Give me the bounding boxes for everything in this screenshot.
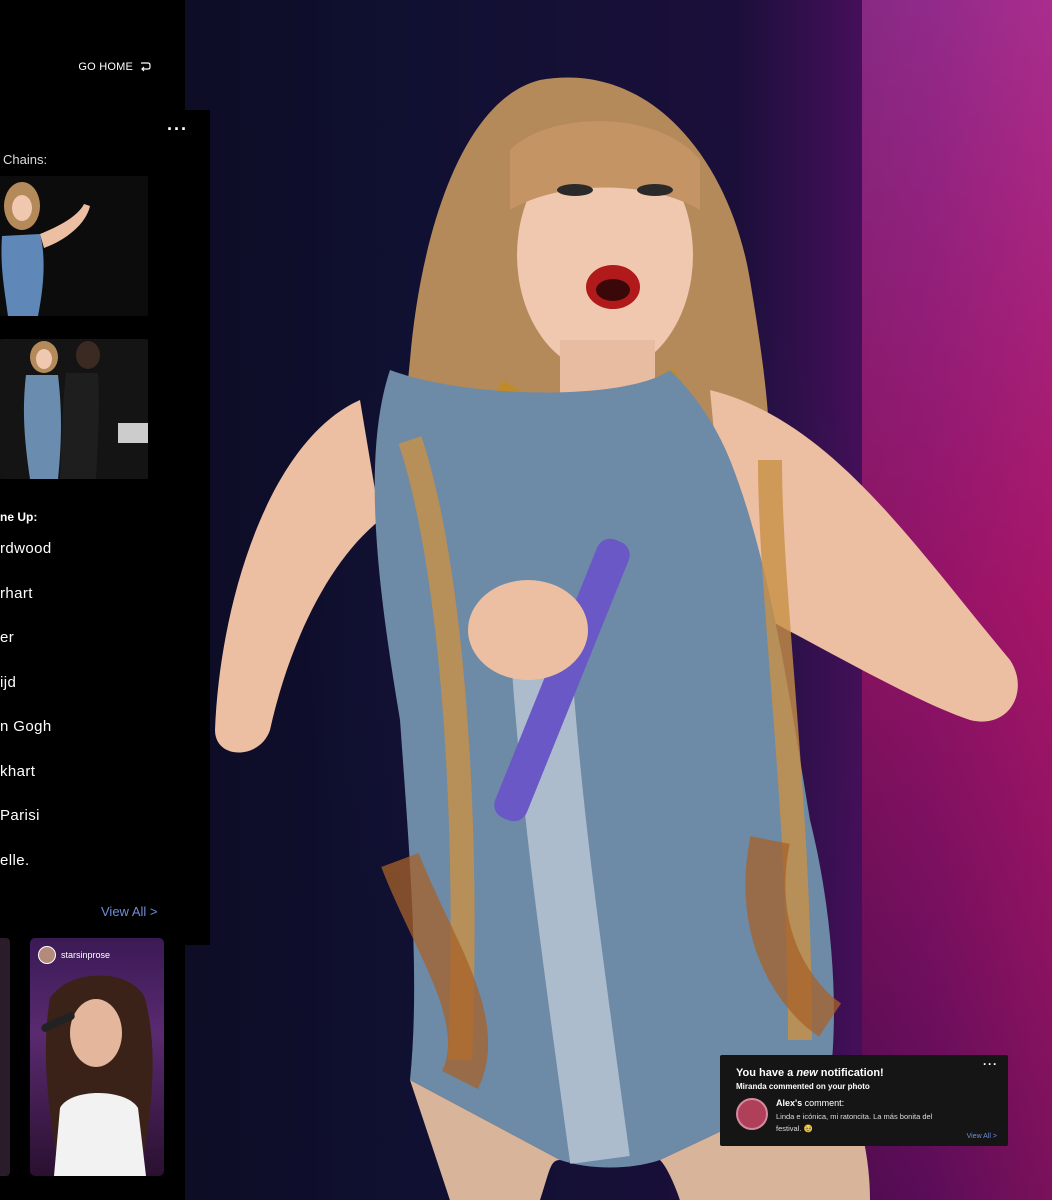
chains-photo-2[interactable] <box>0 339 148 479</box>
story-card[interactable]: starsinprose <box>30 938 164 1176</box>
notification-title: You have a new notification! <box>736 1067 884 1079</box>
notification-subtitle: Miranda commented on your photo <box>736 1082 870 1091</box>
notification-view-all-link[interactable]: View All > <box>967 1133 997 1140</box>
lineup-item[interactable]: rdwood <box>0 540 52 585</box>
view-all-link[interactable]: View All > <box>101 904 158 919</box>
notification-body: Alex's comment: Linda e icónica, mi rato… <box>736 1098 992 1135</box>
chains-photo-1[interactable] <box>0 176 148 316</box>
notification-card[interactable]: ··· You have a new notification! Miranda… <box>720 1055 1008 1146</box>
chains-label: Chains: <box>3 152 48 167</box>
comment-head: Alex's comment: <box>776 1098 845 1108</box>
go-home-label: GO HOME <box>78 61 133 73</box>
lineup-item[interactable]: rhart <box>0 585 52 630</box>
left-panel: ··· Chains: ne Up: rdwood rhart er ijd n… <box>0 110 210 945</box>
more-options-icon[interactable]: ··· <box>167 120 188 138</box>
avatar <box>736 1098 768 1130</box>
story-card-partial[interactable] <box>0 938 10 1176</box>
story-username: starsinprose <box>61 950 111 960</box>
return-arrow-icon <box>141 62 151 72</box>
lineup-item[interactable]: ijd <box>0 674 52 719</box>
lineup-label: ne Up: <box>0 510 38 524</box>
notification-more-icon[interactable]: ··· <box>983 1057 998 1071</box>
lineup-item[interactable]: khart <box>0 763 52 808</box>
avatar <box>38 946 56 964</box>
lineup-item[interactable]: Parisi <box>0 807 52 852</box>
story-user[interactable]: starsinprose <box>38 946 110 964</box>
comment-text: Linda e icónica, mi ratoncita. La más bo… <box>776 1112 933 1133</box>
performer-photo <box>215 77 1018 1200</box>
lineup-list: rdwood rhart er ijd n Gogh khart Parisi … <box>0 540 52 896</box>
lineup-item[interactable]: elle. <box>0 852 52 897</box>
story-photo <box>41 975 153 1176</box>
top-nav-box: GO HOME <box>0 0 185 110</box>
lineup-item[interactable]: n Gogh <box>0 718 52 763</box>
lineup-item[interactable]: er <box>0 629 52 674</box>
go-home-link[interactable]: GO HOME <box>78 61 151 73</box>
